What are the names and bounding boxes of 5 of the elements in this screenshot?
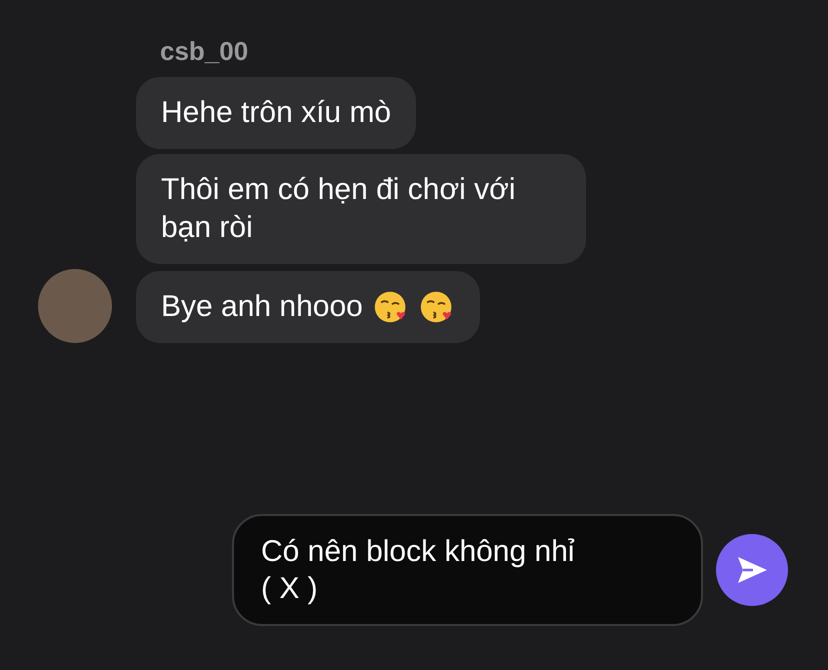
message-bubble: Hehe trôn xíu mò	[136, 77, 416, 149]
sender-name: csb_00	[160, 36, 248, 66]
message-bubble: Thôi em có hẹn đi chơi với bạn ròi	[136, 154, 586, 264]
message-bubble: Bye anh nhooo	[136, 271, 480, 343]
message-field[interactable]: Có nên block không nhỉ ( X )	[232, 514, 703, 626]
